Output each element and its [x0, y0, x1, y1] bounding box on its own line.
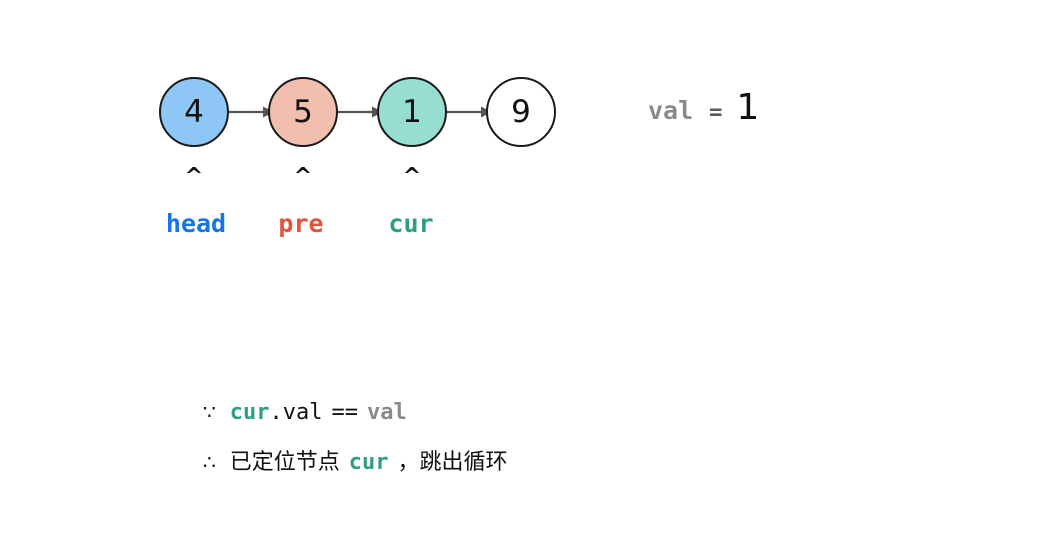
- reasoning-line-because: ∵ cur .val == val: [203, 402, 407, 424]
- list-node-cur[interactable]: 1: [377, 77, 447, 147]
- reasoning-operand-val: val: [366, 400, 407, 425]
- list-node-pre[interactable]: 5: [268, 77, 338, 147]
- list-node-value: 9: [511, 93, 531, 130]
- reasoning-field: .val: [269, 400, 323, 425]
- diagram-canvas: 4 5 1 9 ^ ^ ^ head pre cur val = 1 ∵ cur…: [0, 0, 1044, 540]
- list-node-value: 1: [402, 93, 422, 130]
- val-expression: val = 1: [648, 90, 759, 126]
- reasoning-target-cur: cur: [348, 450, 389, 475]
- reasoning-target-cur: cur: [229, 400, 270, 425]
- reasoning-text-before: 已定位节点: [229, 450, 340, 475]
- because-symbol-icon: ∵: [203, 400, 216, 424]
- val-name: val: [648, 96, 694, 125]
- list-node-head[interactable]: 4: [159, 77, 229, 147]
- caret-icon-pre: ^: [293, 164, 313, 189]
- val-operator: =: [709, 100, 723, 125]
- reasoning-comparison: ==: [331, 400, 358, 425]
- list-node-value: 4: [184, 93, 204, 130]
- reasoning-text-after: ，跳出循环: [397, 450, 508, 475]
- therefore-symbol-icon: ∴: [203, 450, 216, 474]
- list-node-value: 5: [293, 93, 313, 130]
- list-node-tail[interactable]: 9: [486, 77, 556, 147]
- val-value: 1: [736, 87, 760, 128]
- caret-icon-cur: ^: [402, 164, 422, 189]
- caret-icon-head: ^: [184, 164, 204, 189]
- pointer-label-cur: cur: [388, 209, 434, 238]
- reasoning-line-therefore: ∴ 已定位节点 cur ，跳出循环: [203, 452, 508, 474]
